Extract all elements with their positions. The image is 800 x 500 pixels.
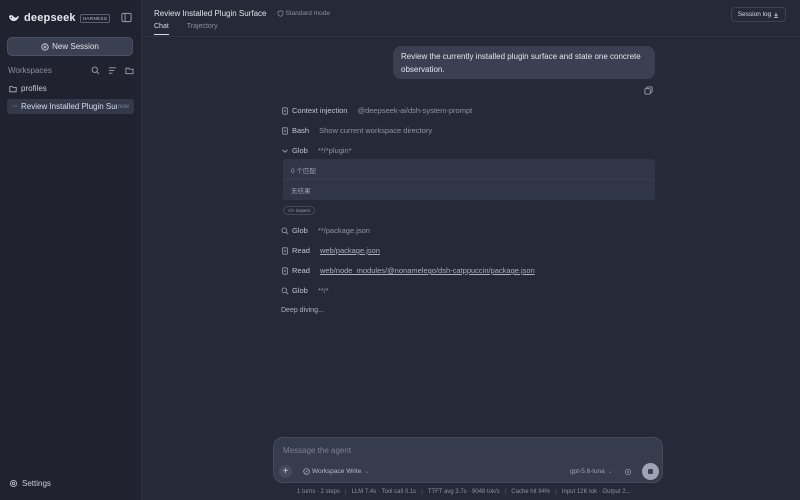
settings-label: Settings [22, 479, 51, 488]
tool-step-name: Context injection [292, 106, 348, 115]
session-log-label: Session log [737, 11, 772, 18]
divider [283, 179, 655, 180]
divider: | [555, 488, 557, 495]
mode-label: Standard mode [285, 10, 330, 17]
chevron-down-icon: ⌄ [364, 469, 370, 475]
tool-step-glob[interactable]: Glob **/* [281, 286, 329, 295]
tab-bar: Chat Trajectory [154, 23, 218, 35]
message-input[interactable]: Message the agent [283, 446, 351, 455]
pencil-icon [303, 468, 310, 475]
loading-dots-icon: ⋯ [12, 104, 18, 110]
session-item-time: now [117, 103, 129, 110]
search-icon[interactable] [91, 66, 100, 75]
file-link[interactable]: web/node_modules/@nonamelego/dsh-catppuc… [320, 266, 535, 275]
plus-icon: + [282, 465, 289, 477]
inspect-button[interactable]: </> inspect [283, 206, 316, 215]
page-header: Review Installed Plugin Surface Standard… [154, 9, 330, 18]
attach-button[interactable]: + [279, 465, 292, 478]
add-folder-icon[interactable] [125, 66, 134, 75]
shield-icon [277, 10, 283, 17]
status-steps: 1 turns · 2 steps [297, 488, 341, 495]
download-icon [774, 12, 779, 18]
brand-name: deepseek [24, 12, 76, 24]
divider: | [345, 488, 347, 495]
tool-step-name: Bash [292, 126, 310, 135]
search-icon [281, 287, 289, 294]
tool-step-name: Glob [292, 146, 308, 155]
tool-step-arg: **/package.json [317, 226, 370, 235]
tool-step-arg: Show current workspace directory [319, 126, 433, 135]
tool-step-name: Read [292, 246, 310, 255]
tool-step-read[interactable]: Read web/node_modules/@nonamelego/dsh-ca… [281, 266, 535, 275]
status-bar: 1 turns · 2 steps | LLM 7.4s · Tool call… [297, 487, 637, 496]
folder-label: profiles [21, 84, 47, 93]
deepseek-whale-logo-icon [9, 15, 19, 22]
sort-icon[interactable] [108, 66, 117, 75]
status-tokens: Input 12K tok · Output 2... [561, 488, 631, 495]
folder-icon [9, 85, 17, 92]
sidebar: deepseek HARNESS New Session Workspaces [0, 0, 142, 500]
brand[interactable]: deepseek HARNESS [8, 12, 111, 24]
new-session-button[interactable]: New Session [7, 37, 133, 56]
message-composer: Message the agent + Workspace Write ⌄ gp… [273, 437, 663, 483]
model-label: gpt-5.6-luna [570, 468, 605, 475]
user-message-bubble: Review the currently installed plugin su… [393, 46, 655, 79]
glob-result-count: 0 个匹配 [291, 168, 316, 175]
settings-button[interactable]: Settings [9, 479, 51, 488]
workspace-mode-select[interactable]: Workspace Write ⌄ [303, 468, 369, 475]
document-icon [282, 246, 288, 255]
session-item[interactable]: ⋯ Review Installed Plugin Surface now [7, 99, 134, 114]
tab-chat[interactable]: Chat [154, 23, 169, 35]
tool-step-arg: **/* [317, 286, 329, 295]
stop-button[interactable] [642, 463, 659, 480]
divider: | [421, 488, 423, 495]
sidebar-toggle-icon[interactable] [121, 12, 132, 23]
header-divider [142, 36, 800, 37]
gear-icon [9, 479, 18, 488]
document-icon [282, 106, 288, 115]
thinking-status: Deep diving... [281, 307, 324, 314]
tool-step-arg: @deepseek-ai/dsh-system-prompt [357, 106, 473, 115]
status-cache: Cache hit 94% [511, 488, 551, 495]
copy-icon[interactable] [644, 86, 653, 95]
page-title: Review Installed Plugin Surface [154, 9, 267, 18]
document-icon [282, 126, 288, 135]
tool-step-name: Glob [292, 286, 308, 295]
mode-indicator: Standard mode [277, 10, 330, 17]
session-log-button[interactable]: Session log [731, 7, 786, 22]
brand-badge: HARNESS [79, 13, 111, 23]
tool-step-glob[interactable]: Glob **/package.json [281, 226, 370, 235]
file-link[interactable]: web/package.json [320, 246, 380, 255]
model-select[interactable]: gpt-5.6-luna ⌄ [570, 468, 613, 475]
workspace-mode-label: Workspace Write [312, 468, 362, 475]
workspace-folder-profiles[interactable]: profiles [9, 84, 47, 93]
tool-step-bash[interactable]: Bash Show current workspace directory [281, 126, 432, 135]
status-llm: LLM 7.4s · Tool call 0.1s [351, 488, 417, 495]
plus-circle-icon [41, 42, 49, 51]
chevron-down-icon: ⌄ [607, 469, 613, 475]
stop-icon [648, 469, 653, 474]
search-icon [281, 227, 289, 234]
tool-step-glob-expanded[interactable]: Glob **/*plugin* [281, 146, 352, 155]
tool-step-context-injection[interactable]: Context injection @deepseek-ai/dsh-syste… [281, 106, 472, 115]
tool-step-name: Glob [292, 226, 308, 235]
workspaces-title: Workspaces [8, 65, 52, 75]
chevron-down-icon [282, 148, 288, 153]
tab-trajectory[interactable]: Trajectory [187, 23, 218, 35]
tool-step-read[interactable]: Read web/package.json [281, 246, 380, 255]
tool-step-name: Read [292, 266, 310, 275]
session-item-label: Review Installed Plugin Surface [21, 102, 117, 111]
new-session-label: New Session [52, 42, 99, 51]
divider: | [504, 488, 507, 495]
settings-icon[interactable] [624, 468, 632, 476]
tool-step-arg: **/*plugin* [317, 146, 352, 155]
status-ttft: TTFT avg 3.7s · 9048 tok/s [427, 488, 500, 495]
workspaces-header: Workspaces [8, 65, 134, 75]
glob-result-panel: 0 个匹配 无结果 [283, 159, 655, 200]
glob-result-empty: 无结果 [291, 188, 311, 195]
document-icon [282, 266, 288, 275]
